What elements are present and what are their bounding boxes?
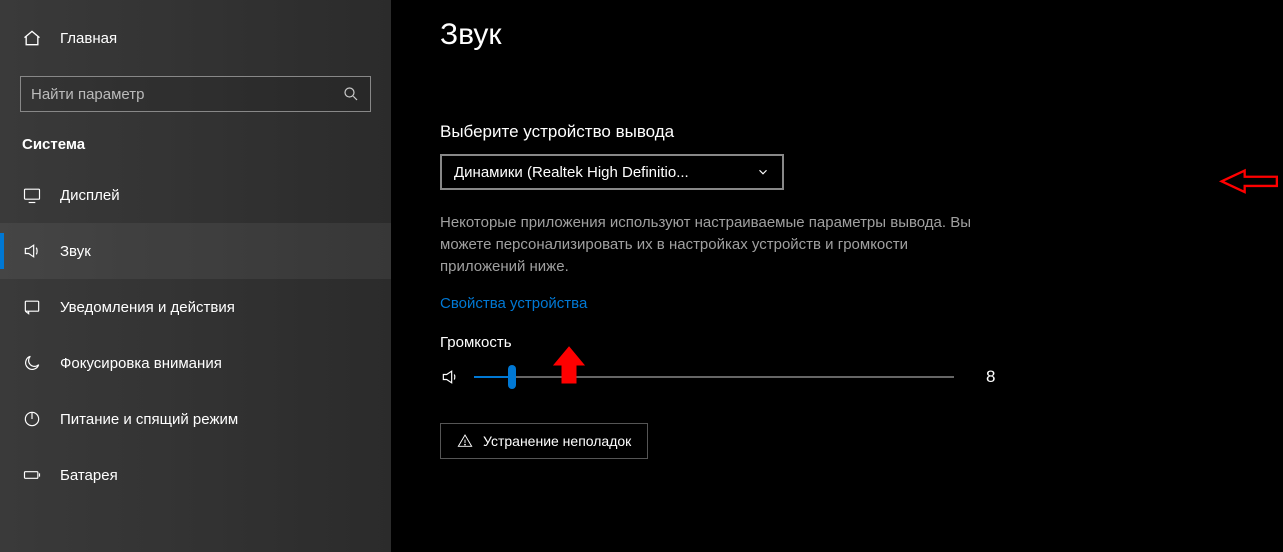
troubleshoot-label: Устранение неполадок <box>483 433 631 449</box>
chevron-down-icon <box>756 165 770 179</box>
output-device-description: Некоторые приложения используют настраив… <box>440 212 980 277</box>
sidebar-item-label: Уведомления и действия <box>60 299 235 316</box>
output-device-heading: Выберите устройство вывода <box>440 122 1283 142</box>
moon-icon <box>22 353 42 373</box>
sidebar-category: Система <box>0 136 391 167</box>
battery-icon <box>22 465 42 485</box>
notification-icon <box>22 297 42 317</box>
page-title: Звук <box>440 18 1283 52</box>
sidebar-item-label: Звук <box>60 243 91 260</box>
main-content: Звук Выберите устройство вывода Динамики… <box>392 0 1283 552</box>
power-icon <box>22 409 42 429</box>
volume-slider[interactable] <box>474 376 954 378</box>
device-properties-link[interactable]: Свойства устройства <box>440 295 587 312</box>
sidebar-item-label: Фокусировка внимания <box>60 355 222 372</box>
sidebar-item-battery[interactable]: Батарея <box>0 447 391 503</box>
home-icon <box>22 28 42 48</box>
sidebar-item-notifications[interactable]: Уведомления и действия <box>0 279 391 335</box>
sidebar-item-label: Дисплей <box>60 187 120 204</box>
sidebar-home[interactable]: Главная <box>0 18 391 58</box>
volume-slider-thumb[interactable] <box>508 365 516 389</box>
volume-value: 8 <box>986 367 995 387</box>
annotation-arrow-left <box>1214 166 1283 201</box>
sidebar-item-label: Батарея <box>60 467 118 484</box>
volume-icon[interactable] <box>440 367 460 387</box>
monitor-icon <box>22 185 42 205</box>
speaker-icon <box>22 241 42 261</box>
search-box[interactable] <box>20 76 371 112</box>
sidebar-item-power[interactable]: Питание и спящий режим <box>0 391 391 447</box>
output-device-value: Динамики (Realtek High Definitio... <box>454 164 689 181</box>
search-input[interactable] <box>31 86 342 103</box>
sidebar-item-focus[interactable]: Фокусировка внимания <box>0 335 391 391</box>
warning-icon <box>457 433 473 449</box>
search-icon <box>342 85 360 103</box>
troubleshoot-button[interactable]: Устранение неполадок <box>440 423 648 459</box>
annotation-arrow-up <box>552 345 586 389</box>
volume-slider-fill <box>474 376 512 378</box>
sidebar-item-sound[interactable]: Звук <box>0 223 391 279</box>
sidebar-home-label: Главная <box>60 30 117 47</box>
sidebar: Главная Система Дисплей Звук Уведомления… <box>0 0 392 552</box>
sidebar-item-display[interactable]: Дисплей <box>0 167 391 223</box>
sidebar-item-label: Питание и спящий режим <box>60 411 238 428</box>
output-device-dropdown[interactable]: Динамики (Realtek High Definitio... <box>440 154 784 190</box>
